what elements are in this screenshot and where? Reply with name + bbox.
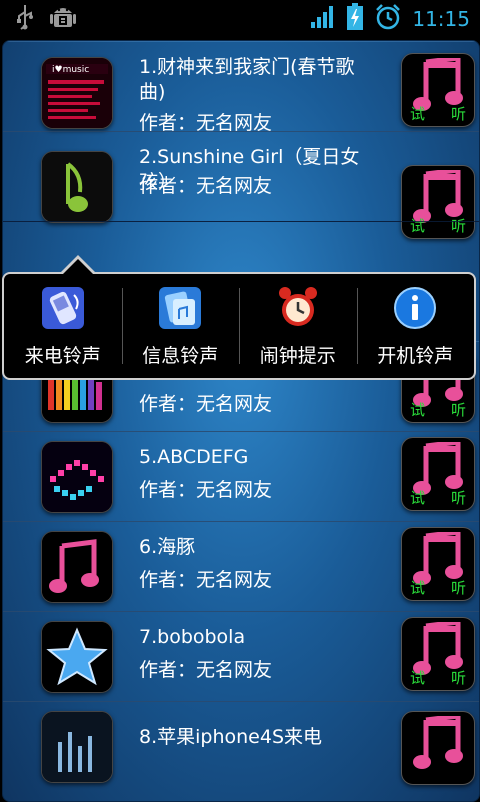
song-author: 作者：无名网友 [139,479,273,501]
album-art-green-note [41,151,113,223]
set-message-ringtone-button[interactable]: 信息铃声 [121,274,240,378]
song-row[interactable]: i♥music 1.财神来到我家门(春节歌曲) 作者：无名网友 试听 [3,41,479,134]
preview-label-listen: 听 [450,669,466,687]
signal-icon [310,5,336,33]
ringtone-action-popup: 来电铃声 信息铃声 闹钟提示 开机铃声 [2,272,476,380]
song-author: 作者：无名网友 [139,393,273,415]
song-title: 5.ABCDEFG [139,446,249,468]
preview-label-try: 试 [410,579,426,597]
set-boot-ringtone-label: 开机铃声 [377,344,454,367]
album-art-imusic: i♥music [41,57,113,129]
preview-button[interactable]: 试听 [401,527,475,601]
ringtone-list[interactable]: i♥music 1.财神来到我家门(春节歌曲) 作者：无名网友 试听 2.Sun… [2,40,480,802]
preview-button[interactable]: 试听 [401,437,475,511]
preview-button[interactable]: 试听 [401,617,475,691]
song-title: 8.苹果iphone4S来电 [139,726,323,748]
android-debug-icon [50,3,76,35]
svg-text:i♥music: i♥music [52,65,89,75]
preview-label-try: 试 [410,669,426,687]
preview-label-try: 试 [410,489,426,507]
album-art-blue-star [41,621,113,693]
song-row[interactable]: 6.海豚 作者：无名网友 试听 [3,521,479,612]
alarm-clock-icon [278,286,317,326]
phone-ringtone-icon [41,286,84,329]
set-alarm-ringtone-button[interactable]: 闹钟提示 [239,274,357,378]
usb-icon [14,4,36,34]
set-message-ringtone-label: 信息铃声 [142,344,219,367]
alarm-icon [374,3,402,35]
preview-label-listen: 听 [450,489,466,507]
song-author: 作者：无名网友 [139,175,273,197]
preview-label-listen: 听 [450,105,466,123]
set-call-ringtone-label: 来电铃声 [24,344,101,367]
song-title: 6.海豚 [139,536,196,558]
preview-button[interactable]: 试听 [401,165,475,239]
song-row[interactable]: 2.Sunshine Girl（夏日女孩） 作者：无名网友 试听 [3,131,479,239]
song-title: 7.bobobola [139,626,246,648]
song-row-hidden [3,221,479,222]
set-call-ringtone-button[interactable]: 来电铃声 [4,274,122,378]
song-author: 作者：无名网友 [139,659,273,681]
popup-pointer-inner [63,259,93,274]
info-icon [394,286,437,329]
preview-label-listen: 听 [450,217,466,235]
song-author: 作者：无名网友 [139,569,273,591]
song-row[interactable]: 5.ABCDEFG 作者：无名网友 试听 [3,431,479,522]
song-row[interactable]: 8.苹果iphone4S来电 [3,701,479,791]
preview-label-listen: 听 [450,401,466,419]
status-bar: 11:15 [0,0,480,38]
album-art-iphone [41,711,113,783]
set-alarm-ringtone-label: 闹钟提示 [259,344,336,367]
preview-label-listen: 听 [450,579,466,597]
preview-label-try: 试 [410,217,426,235]
preview-label-try: 试 [410,401,426,419]
clock-time: 11:15 [412,7,470,31]
preview-button[interactable]: 试听 [401,53,475,127]
set-boot-ringtone-button[interactable]: 开机铃声 [356,274,475,378]
song-row[interactable]: 7.bobobola 作者：无名网友 试听 [3,611,479,702]
preview-button[interactable] [401,711,475,785]
song-title: 1.财神来到我家门(春节歌曲) [139,56,355,103]
preview-label-try: 试 [410,105,426,123]
message-ringtone-icon [159,286,202,329]
battery-charging-icon [346,3,364,35]
album-art-pink-equalizer [41,441,113,513]
album-art-pink-note [41,531,113,603]
